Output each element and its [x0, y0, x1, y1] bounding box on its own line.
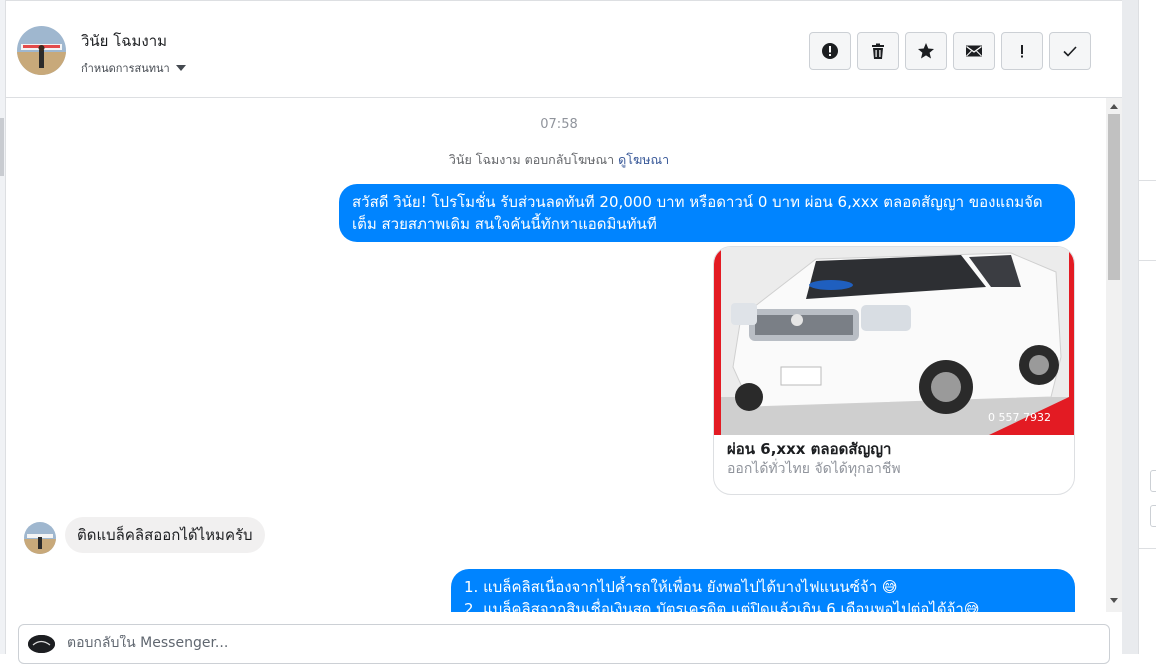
exclamation-icon: [1021, 45, 1023, 58]
exclamation-circle-icon: [822, 43, 838, 59]
conversation-label-dropdown[interactable]: กำหนดการสนทนา: [81, 59, 186, 77]
conversation-pane: วินัย โฉมงาม กำหนดการสนทนา 07:58 วินัย โ…: [6, 0, 1122, 664]
right-details-panel: [1138, 0, 1156, 654]
envelope-icon: [966, 45, 982, 57]
ad-card-image[interactable]: 0 557 7932: [714, 247, 1074, 435]
caret-down-icon: [175, 65, 186, 71]
panel-field[interactable]: [1150, 505, 1156, 527]
star-icon: [918, 43, 934, 59]
right-gutter: [1122, 0, 1138, 654]
thread-scrollbar[interactable]: [1106, 98, 1122, 612]
star-button[interactable]: [905, 32, 947, 70]
mark-unread-button[interactable]: [953, 32, 995, 70]
conversation-actions: [809, 32, 1091, 70]
contact-avatar[interactable]: [17, 26, 66, 75]
scroll-thumb[interactable]: [1108, 114, 1120, 280]
delete-button[interactable]: [857, 32, 899, 70]
label-dropdown-text: กำหนดการสนทนา: [81, 62, 170, 75]
view-ad-link[interactable]: ดูโฆษณา: [618, 152, 669, 167]
panel-divider: [1139, 260, 1156, 261]
ad-reply-note-text: วินัย โฉมงาม ตอบกลับโฆษณา: [448, 152, 615, 167]
check-icon: [1063, 46, 1077, 57]
incoming-customer-message[interactable]: ติดแบล็คลิสออกได้ไหมครับ: [65, 517, 265, 553]
ad-reply-note: วินัย โฉมงาม ตอบกลับโฆษณา ดูโฆษณา: [6, 150, 1112, 170]
panel-field[interactable]: [1150, 470, 1156, 492]
reply-line-2: 2. แบล็คลิสจากสินเชื่อเงินสด บัตรเครดิต …: [464, 600, 980, 612]
reply-line-1: 1. แบล็คลิสเนื่องจากไปค้ำรถให้เพื่อน ยัง…: [464, 578, 898, 596]
mark-done-button[interactable]: [1049, 32, 1091, 70]
panel-divider: [1139, 180, 1156, 181]
message-timestamp: 07:58: [540, 117, 578, 132]
conversation-header: วินัย โฉมงาม กำหนดการสนทนา: [6, 0, 1122, 98]
follow-up-button[interactable]: [1001, 32, 1043, 70]
outgoing-promo-message[interactable]: สวัสดี วินัย! โปรโมชั่น รับส่วนลดทันที 2…: [339, 184, 1075, 242]
scroll-up-arrow-icon[interactable]: [1110, 104, 1118, 109]
message-thread: 07:58 วินัย โฉมงาม ตอบกลับโฆษณา ดูโฆษณา …: [6, 98, 1122, 612]
reply-input[interactable]: [67, 635, 967, 651]
mark-spam-button[interactable]: [809, 32, 851, 70]
reply-composer[interactable]: [18, 624, 1110, 664]
panel-divider: [1139, 548, 1156, 549]
page-avatar: [28, 635, 55, 653]
sender-avatar[interactable]: [24, 522, 56, 554]
ad-card-subtitle: ออกได้ทั่วไทย จัดได้ทุกอาชีพ: [727, 461, 901, 477]
left-panel-scroll-nub[interactable]: [0, 118, 4, 176]
scroll-down-arrow-icon[interactable]: [1110, 598, 1118, 603]
ad-card[interactable]: 0 557 7932 ผ่อน 6,xxx ตลอดสัญญา ออกได้ทั…: [713, 246, 1075, 495]
contact-name[interactable]: วินัย โฉมงาม: [81, 29, 167, 53]
pickup-truck-image: 0 557 7932: [721, 247, 1069, 435]
outgoing-reply-message[interactable]: 1. แบล็คลิสเนื่องจากไปค้ำรถให้เพื่อน ยัง…: [451, 569, 1075, 612]
ad-image-phone-text: 0 557 7932: [988, 411, 1051, 424]
trash-icon: [872, 43, 884, 59]
